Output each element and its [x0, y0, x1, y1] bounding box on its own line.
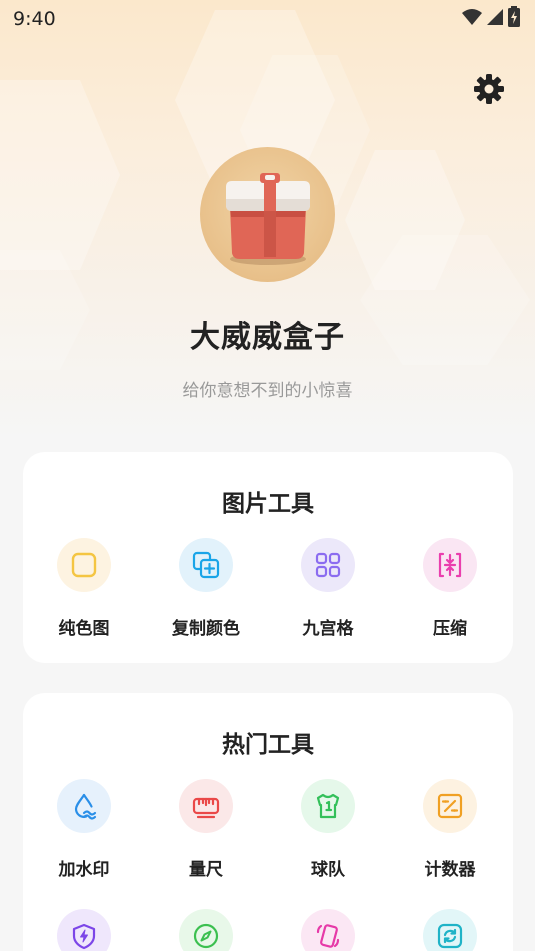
watermark-icon	[74, 793, 97, 820]
tool-label: 量尺	[189, 860, 223, 880]
status-time: 9:40	[13, 8, 56, 30]
tool-shield[interactable]	[23, 909, 145, 951]
refresh-icon	[437, 923, 463, 949]
app-logo	[200, 147, 335, 282]
tool-label: 计数器	[424, 860, 476, 880]
compress-icon	[438, 552, 462, 578]
tool-label: 球队	[311, 860, 345, 880]
compass-icon	[193, 923, 219, 949]
icon-badge	[301, 909, 355, 951]
icon-badge	[301, 538, 355, 592]
icon-badge	[179, 779, 233, 833]
status-icons	[461, 6, 521, 32]
tool-compass[interactable]	[145, 909, 267, 951]
image-tools-card: 图片工具 纯色图 复制颜色 九宫格 压缩	[23, 452, 513, 663]
tool-label: 压缩	[433, 619, 467, 639]
tool-label: 复制颜色	[172, 619, 240, 639]
icon-badge	[423, 538, 477, 592]
tool-copy-color[interactable]: 复制颜色	[145, 538, 267, 639]
grid-icon	[315, 552, 341, 578]
tool-team[interactable]: 球队	[267, 779, 389, 880]
shield-bolt-icon	[72, 923, 96, 950]
tool-label: 九宫格	[302, 619, 354, 639]
calculator-icon	[437, 793, 463, 819]
gear-icon	[473, 73, 505, 109]
phone-rotate-icon	[316, 924, 340, 948]
icon-badge	[301, 779, 355, 833]
jersey-icon	[316, 793, 340, 819]
cell-signal-icon	[486, 8, 504, 30]
status-bar: 9:40	[0, 0, 535, 38]
icon-badge	[423, 909, 477, 951]
hot-tools-card: 热门工具 加水印 量尺 球队 计数器	[23, 693, 513, 951]
tool-counter[interactable]: 计数器	[389, 779, 511, 880]
tool-label: 纯色图	[58, 619, 110, 639]
section-title: 热门工具	[222, 732, 314, 758]
app-subtitle: 给你意想不到的小惊喜	[182, 381, 353, 401]
app-title: 大威威盒子	[190, 320, 345, 355]
square-icon	[71, 552, 97, 578]
tool-phone-rotate[interactable]	[267, 909, 389, 951]
tool-compress[interactable]: 压缩	[389, 538, 511, 639]
icon-badge	[57, 779, 111, 833]
ruler-icon	[192, 797, 220, 819]
tool-nine-grid[interactable]: 九宫格	[267, 538, 389, 639]
section-title: 图片工具	[222, 491, 314, 517]
icon-badge	[179, 909, 233, 951]
tool-add-watermark[interactable]: 加水印	[23, 779, 145, 880]
tool-solid-color-image[interactable]: 纯色图	[23, 538, 145, 639]
icon-badge	[57, 538, 111, 592]
settings-button[interactable]	[470, 72, 508, 110]
icon-badge	[57, 909, 111, 951]
wifi-icon	[461, 8, 483, 30]
gift-box-icon	[225, 172, 310, 265]
tool-refresh[interactable]	[389, 909, 511, 951]
icon-badge	[423, 779, 477, 833]
battery-charging-icon	[507, 6, 521, 32]
copy-add-icon	[192, 551, 220, 579]
tool-ruler[interactable]: 量尺	[145, 779, 267, 880]
tool-label: 加水印	[58, 860, 110, 880]
icon-badge	[179, 538, 233, 592]
